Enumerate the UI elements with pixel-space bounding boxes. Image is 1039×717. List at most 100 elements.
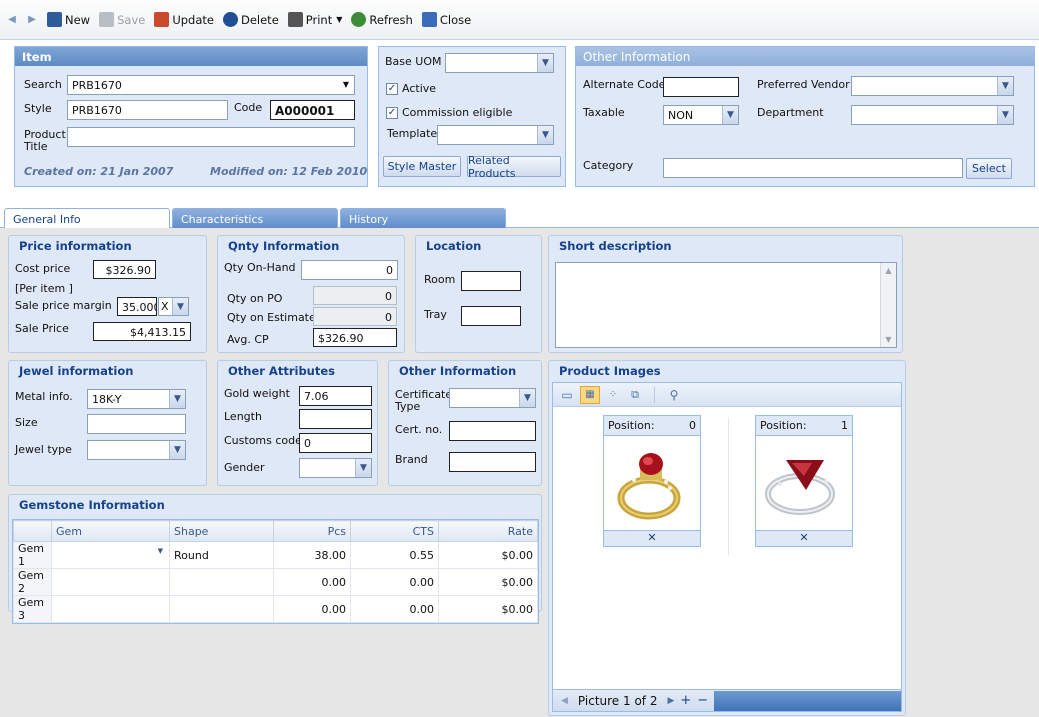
pcs-cell[interactable]: 0.00 — [273, 595, 351, 623]
chevron-down-icon[interactable]: ▼ — [172, 298, 188, 315]
grid-header-shape[interactable]: Shape — [169, 520, 274, 542]
rate-cell[interactable]: $0.00 — [438, 568, 538, 596]
table-row[interactable]: Gem 3 0.00 0.00 $0.00 — [13, 595, 538, 623]
department-label: Department — [757, 106, 824, 119]
chevron-down-icon[interactable]: ▼ — [355, 459, 371, 477]
jewel-type-select[interactable]: ▼ — [87, 440, 186, 460]
chevron-down-icon[interactable]: ▼ — [722, 106, 738, 124]
category-input[interactable] — [663, 158, 963, 178]
chevron-down-icon[interactable]: ▼ — [519, 389, 535, 407]
certificate-type-select[interactable]: ▼ — [449, 388, 536, 408]
cts-cell[interactable]: 0.00 — [350, 595, 439, 623]
related-products-button[interactable]: Related Products — [467, 154, 561, 180]
thumbnail-view-icon[interactable]: ⁘ — [604, 386, 622, 404]
qty-onhand-input[interactable]: 0 — [301, 260, 398, 280]
taxable-select[interactable]: NON ▼ — [663, 105, 739, 125]
gem-cell[interactable] — [51, 595, 170, 623]
previous-picture-icon[interactable]: ◀ — [561, 696, 568, 706]
product-title-input[interactable] — [67, 127, 355, 147]
rate-cell[interactable]: $0.00 — [438, 595, 538, 623]
chevron-down-icon[interactable]: ▼ — [169, 441, 185, 459]
gold-weight-input[interactable]: 7.06 — [299, 386, 372, 406]
print-button[interactable]: Print ▼ — [285, 9, 346, 31]
style-master-button[interactable]: Style Master — [383, 156, 461, 177]
margin-operator-select[interactable]: X ▼ — [158, 297, 189, 316]
shape-cell[interactable] — [169, 568, 274, 596]
refresh-button[interactable]: Refresh — [348, 9, 415, 31]
avg-cp-input[interactable]: $326.90 — [313, 328, 397, 347]
chevron-down-icon[interactable]: ▼ — [537, 126, 553, 144]
template-select[interactable]: ▼ — [437, 125, 554, 145]
update-button[interactable]: Update — [151, 9, 217, 31]
remove-image-button[interactable]: ✕ — [604, 530, 700, 546]
grid-header-pcs[interactable]: Pcs — [273, 520, 351, 542]
size-input[interactable] — [87, 414, 186, 434]
customs-code-input[interactable]: 0 — [299, 433, 372, 453]
room-input[interactable] — [461, 271, 521, 291]
new-button[interactable]: New — [44, 9, 93, 31]
image-card-1[interactable]: Position: 1 ✕ — [755, 415, 853, 547]
grid-header-gem[interactable]: Gem — [51, 520, 170, 542]
select-button[interactable]: Select — [966, 158, 1012, 179]
chevron-down-icon[interactable]: ▼ — [997, 106, 1013, 124]
cert-no-input[interactable] — [449, 421, 536, 441]
table-row[interactable]: Gem 1 ▼ Round 38.00 0.55 $0.00 — [13, 541, 538, 569]
search-input[interactable]: PRB1670 ▼ — [67, 75, 355, 95]
brand-input[interactable] — [449, 452, 536, 472]
chevron-down-icon[interactable]: ▼ — [537, 54, 553, 72]
save-button[interactable]: Save — [96, 9, 148, 31]
close-button[interactable]: Close — [419, 9, 474, 31]
pcs-cell[interactable]: 38.00 — [273, 541, 351, 569]
tab-characteristics[interactable]: Characteristics — [172, 208, 338, 229]
cts-cell[interactable]: 0.55 — [350, 541, 439, 569]
sale-price-input[interactable]: $4,413.15 — [93, 322, 191, 341]
code-input[interactable]: A000001 — [270, 100, 355, 120]
chevron-down-icon[interactable]: ▼ — [997, 77, 1013, 95]
chevron-up-icon[interactable]: ▲ — [881, 266, 896, 275]
alternate-code-input[interactable] — [663, 77, 739, 97]
department-select[interactable]: ▼ — [851, 105, 1014, 125]
back-icon[interactable]: ◀ — [4, 12, 20, 28]
single-view-icon[interactable]: ▭ — [558, 386, 576, 404]
tab-general-info[interactable]: General Info — [4, 208, 170, 229]
link-icon[interactable]: ⚲ — [665, 386, 683, 404]
gender-select[interactable]: ▼ — [299, 458, 372, 478]
delete-button[interactable]: Delete — [220, 9, 282, 31]
next-picture-icon[interactable]: ▶ — [667, 696, 674, 706]
qty-estimate-label: Qty on Estimate — [227, 311, 316, 324]
tray-input[interactable] — [461, 306, 521, 326]
chevron-down-icon[interactable]: ▼ — [158, 547, 163, 555]
cts-cell[interactable]: 0.00 — [350, 568, 439, 596]
grid-view-icon[interactable]: ▦ — [580, 385, 600, 404]
forward-icon[interactable]: ▶ — [24, 12, 40, 28]
remove-image-button[interactable]: ✕ — [756, 530, 852, 546]
style-input[interactable]: PRB1670 — [67, 100, 228, 120]
shape-cell[interactable]: Round — [169, 541, 274, 569]
rate-cell[interactable]: $0.00 — [438, 541, 538, 569]
remove-picture-icon[interactable]: − — [697, 693, 708, 708]
grid-header-cts[interactable]: CTS — [350, 520, 439, 542]
slideshow-icon[interactable]: ⧉ — [626, 386, 644, 404]
short-description-textarea[interactable] — [555, 262, 897, 348]
preferred-vendor-select[interactable]: ▼ — [851, 76, 1014, 96]
chevron-down-icon[interactable]: ▼ — [343, 80, 349, 89]
gem-cell[interactable]: ▼ — [51, 541, 170, 569]
tab-history[interactable]: History — [340, 208, 506, 229]
image-card-0[interactable]: Position: 0 ✕ — [603, 415, 701, 547]
add-picture-icon[interactable]: + — [680, 693, 691, 708]
grid-header-rate[interactable]: Rate — [438, 520, 538, 542]
shape-cell[interactable] — [169, 595, 274, 623]
textarea-scrollbar[interactable]: ▲ ▼ — [880, 263, 896, 347]
active-checkbox[interactable]: ✓ — [386, 83, 398, 95]
length-input[interactable] — [299, 409, 372, 429]
chevron-down-icon[interactable]: ▼ — [169, 390, 185, 408]
pcs-cell[interactable]: 0.00 — [273, 568, 351, 596]
sale-margin-input[interactable]: 35.000 — [117, 297, 157, 316]
cost-price-input[interactable]: $326.90 — [93, 260, 156, 279]
table-row[interactable]: Gem 2 0.00 0.00 $0.00 — [13, 568, 538, 596]
metal-info-select[interactable]: 18K-Y ▼ — [87, 389, 186, 409]
base-uom-select[interactable]: ▼ — [445, 53, 554, 73]
commission-checkbox[interactable]: ✓ — [386, 107, 398, 119]
gem-cell[interactable] — [51, 568, 170, 596]
chevron-down-icon[interactable]: ▼ — [881, 335, 896, 344]
